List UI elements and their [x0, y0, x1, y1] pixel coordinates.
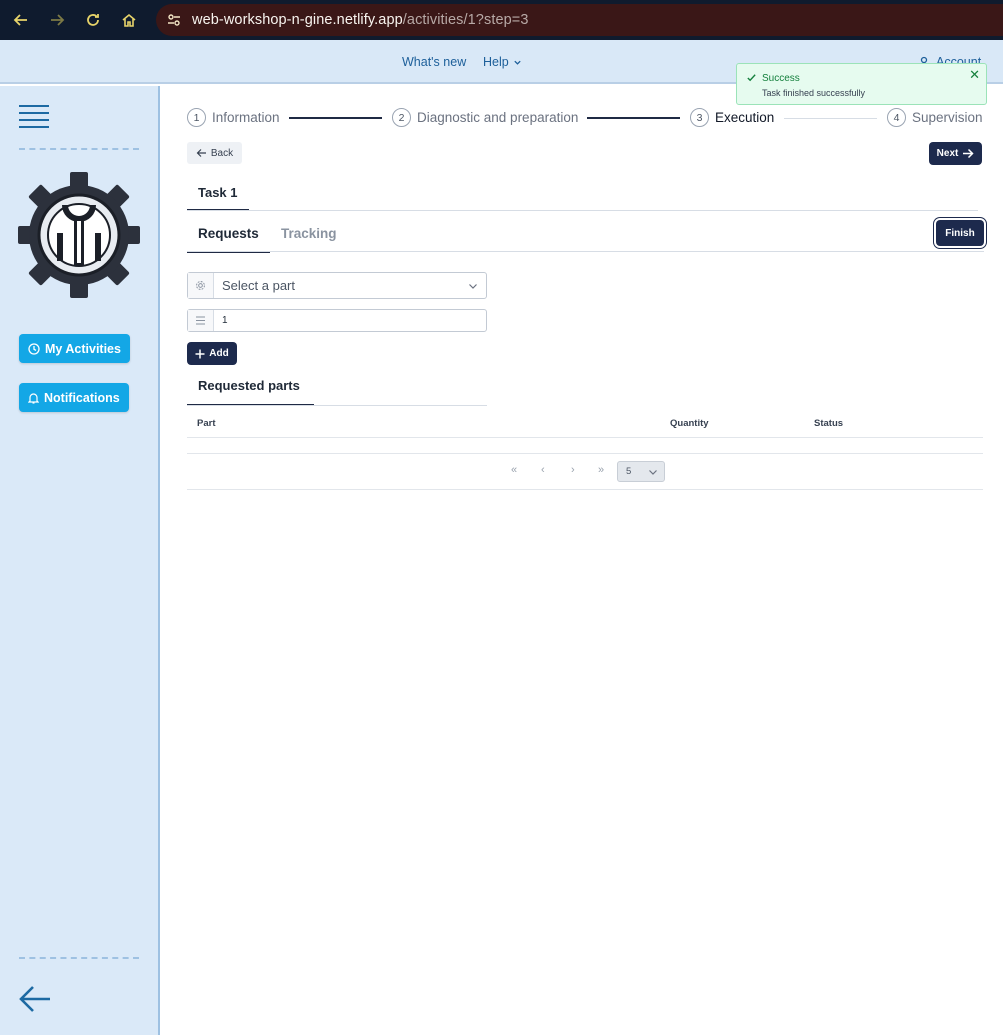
divider [187, 405, 487, 406]
step-diagnostic[interactable]: 2 Diagnostic and preparation [392, 108, 578, 127]
url-path: /activities/1?step=3 [402, 12, 529, 28]
next-page-button[interactable]: › [571, 464, 575, 476]
part-select-placeholder: Select a part [222, 278, 295, 293]
step-execution[interactable]: 3 Execution [690, 108, 774, 127]
divider [187, 251, 984, 252]
page-size-select[interactable]: 5 [617, 461, 665, 482]
plus-icon [195, 349, 205, 358]
step-number: 4 [887, 108, 906, 127]
divider [187, 437, 983, 438]
part-select[interactable]: Select a part [187, 272, 487, 299]
chevron-down-icon [460, 281, 486, 291]
tab-tracking[interactable]: Tracking [281, 223, 337, 241]
step-label: Information [212, 110, 280, 125]
step-number: 3 [690, 108, 709, 127]
toast-message: Task finished successfully [762, 88, 866, 98]
step-label: Diagnostic and preparation [417, 110, 579, 125]
clock-icon [28, 342, 40, 355]
last-page-button[interactable]: » [598, 464, 604, 476]
sidebar: My Activities Notifications [0, 86, 160, 1035]
help-label: Help [483, 55, 509, 69]
back-label: Back [210, 147, 234, 159]
site-settings-icon[interactable] [166, 12, 182, 28]
close-icon[interactable]: ✕ [969, 68, 980, 81]
step-connector [289, 117, 382, 119]
add-button[interactable]: Add [187, 342, 237, 365]
chevron-down-icon [649, 469, 657, 475]
step-label: Execution [715, 110, 775, 125]
divider [187, 210, 978, 211]
divider [187, 453, 983, 454]
hamburger-menu-icon[interactable] [19, 105, 49, 131]
quantity-input[interactable]: 1 [187, 309, 487, 332]
divider [19, 957, 139, 959]
step-number: 1 [187, 108, 206, 127]
browser-home-icon[interactable] [111, 0, 147, 40]
prev-page-button[interactable]: ‹ [541, 464, 545, 476]
whats-new-link[interactable]: What's new [402, 55, 466, 69]
bell-icon [28, 392, 39, 404]
toast-title: Success [762, 73, 800, 84]
url-host: web-workshop-n-gine.netlify.app [192, 12, 403, 28]
first-page-button[interactable]: « [511, 464, 517, 476]
url-text: web-workshop-n-gine.netlify.app/activiti… [192, 12, 529, 28]
browser-reload-icon[interactable] [75, 0, 111, 40]
list-icon [188, 310, 214, 331]
notifications-button[interactable]: Notifications [19, 383, 129, 412]
column-header-part: Part [197, 418, 216, 429]
step-information[interactable]: 1 Information [187, 108, 280, 127]
success-toast: Success Task finished successfully ✕ [736, 63, 987, 105]
finish-button[interactable]: Finish [936, 220, 984, 246]
add-label: Add [209, 348, 229, 359]
collapse-arrow-icon[interactable] [18, 984, 52, 1014]
help-menu[interactable]: Help [483, 55, 522, 69]
step-connector [587, 117, 680, 119]
browser-back-icon[interactable] [3, 0, 39, 40]
step-number: 2 [392, 108, 411, 127]
arrow-right-icon [963, 148, 974, 159]
next-button[interactable]: Next [929, 142, 982, 165]
browser-toolbar: web-workshop-n-gine.netlify.app/activiti… [0, 0, 1003, 40]
my-activities-label: My Activities [45, 341, 121, 356]
notifications-label: Notifications [44, 390, 120, 405]
divider [19, 148, 139, 150]
column-header-status: Status [814, 418, 844, 429]
arrow-left-icon [196, 149, 206, 157]
divider [187, 489, 983, 490]
main-content: 1 Information 2 Diagnostic and preparati… [162, 86, 1003, 1035]
page-size-value: 5 [626, 466, 632, 477]
next-label: Next [936, 148, 959, 159]
browser-forward-icon[interactable] [39, 0, 75, 40]
step-connector [784, 118, 877, 119]
chevron-down-icon [514, 60, 521, 65]
requested-parts-title: Requested parts [187, 378, 314, 406]
back-button[interactable]: Back [187, 142, 242, 164]
task-tab[interactable]: Task 1 [187, 181, 249, 211]
check-icon [747, 74, 756, 82]
step-supervision[interactable]: 4 Supervision [887, 108, 983, 127]
gear-icon [188, 273, 214, 298]
column-header-quantity: Quantity [670, 418, 709, 429]
my-activities-button[interactable]: My Activities [19, 334, 130, 363]
app-logo [18, 172, 140, 298]
step-label: Supervision [912, 110, 983, 125]
quantity-value: 1 [222, 315, 228, 326]
tab-requests[interactable]: Requests [187, 223, 270, 253]
address-bar[interactable]: web-workshop-n-gine.netlify.app/activiti… [156, 4, 1003, 36]
